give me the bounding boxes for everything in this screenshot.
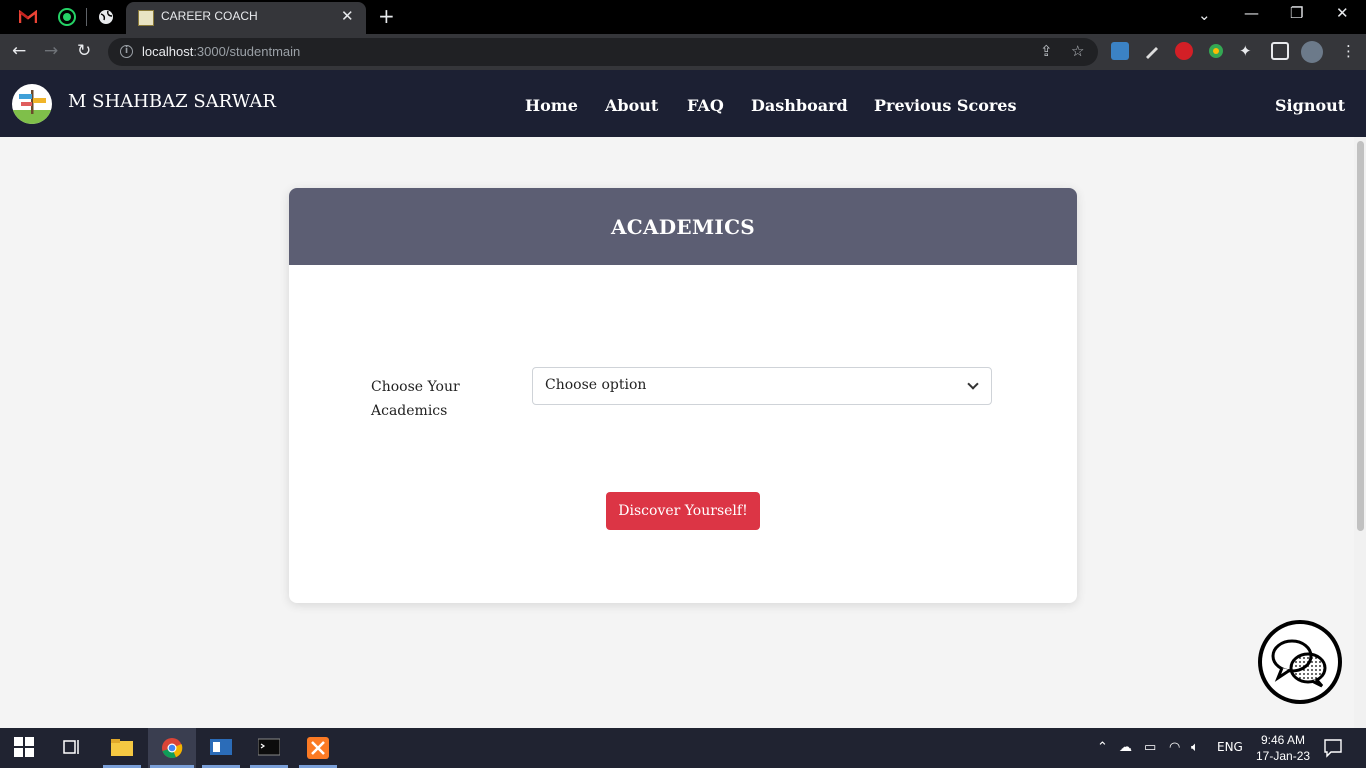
chrome-menu-icon[interactable]: ⋮ (1341, 42, 1356, 60)
page-scrollbar[interactable] (1354, 137, 1366, 728)
window-close-icon[interactable]: ✕ (1336, 4, 1349, 22)
close-tab-icon[interactable]: ✕ (341, 7, 354, 25)
task-view-icon[interactable] (62, 737, 84, 759)
side-panel-icon[interactable] (1271, 42, 1289, 60)
notifications-icon[interactable] (1323, 738, 1345, 760)
active-tab[interactable]: CAREER COACH ✕ (126, 2, 366, 34)
nav-faq[interactable]: FAQ (687, 96, 724, 115)
globe-tab-icon[interactable] (95, 6, 117, 28)
clock-date: 17-Jan-23 (1256, 749, 1311, 763)
pen-extension-icon[interactable] (1143, 42, 1161, 60)
forward-icon[interactable]: → (44, 41, 58, 61)
reload-icon[interactable]: ↻ (77, 41, 91, 61)
google-extension-icon[interactable] (1207, 42, 1225, 60)
discover-yourself-button[interactable]: Discover Yourself! (606, 492, 760, 530)
whatsapp-tab-icon[interactable] (56, 6, 78, 28)
nav-previous-scores[interactable]: Previous Scores (874, 96, 1016, 115)
bookmark-star-icon[interactable]: ☆ (1071, 42, 1084, 60)
adblock-icon[interactable] (1175, 42, 1193, 60)
editor-app-icon[interactable] (210, 737, 232, 759)
app-navbar: M SHAHBAZ SARWAR Home About FAQ Dashboar… (0, 70, 1366, 137)
extensions-puzzle-icon[interactable]: ✦ (1239, 42, 1252, 60)
nav-about[interactable]: About (605, 96, 658, 115)
wifi-icon[interactable]: ◠ (1169, 740, 1180, 755)
browser-toolbar: ← → ↻ i localhost:3000/studentmain ⇪ ☆ ✦… (0, 34, 1366, 70)
scrollbar-thumb[interactable] (1357, 141, 1364, 531)
profile-avatar[interactable] (1301, 41, 1323, 63)
windows-taskbar: ⌃ ☁ ▭ ◠ 🔈︎ ENG 9:46 AM 17-Jan-23 (0, 728, 1366, 768)
new-tab-icon[interactable]: + (378, 4, 395, 28)
browser-tabstrip: CAREER COACH ✕ + ⌄ — ❐ ✕ (0, 0, 1366, 34)
nav-dashboard[interactable]: Dashboard (751, 96, 848, 115)
gmail-tab-icon[interactable] (17, 6, 39, 28)
card-header: ACADEMICS (289, 188, 1077, 265)
tray-chevron-up-icon[interactable]: ⌃ (1097, 740, 1108, 755)
chrome-taskbar-icon[interactable] (161, 737, 183, 759)
brand-name: M SHAHBAZ SARWAR (68, 91, 276, 112)
terminal-icon[interactable] (257, 737, 281, 759)
academics-card: ACADEMICS Choose Your Academics Choose o… (289, 188, 1077, 603)
site-info-icon[interactable]: i (120, 45, 133, 58)
back-icon[interactable]: ← (12, 41, 26, 61)
volume-icon[interactable]: 🔈︎ (1191, 740, 1199, 755)
taskbar-clock[interactable]: 9:46 AM 17-Jan-23 (1256, 732, 1310, 764)
chat-bubble-icon (1262, 624, 1338, 700)
chat-widget-button[interactable] (1258, 620, 1342, 704)
signout-link[interactable]: Signout (1275, 96, 1345, 115)
clock-time: 9:46 AM (1261, 733, 1306, 747)
select-value: Choose option (545, 377, 647, 393)
minimize-icon[interactable]: — (1244, 4, 1259, 22)
extension-fi-icon[interactable] (1111, 42, 1129, 60)
card-title: ACADEMICS (610, 214, 756, 239)
share-icon[interactable]: ⇪ (1040, 42, 1053, 60)
url-text: localhost:3000/studentmain (142, 44, 301, 59)
nav-home[interactable]: Home (525, 96, 578, 115)
career-coach-logo[interactable] (12, 84, 52, 124)
tab-divider (86, 8, 87, 26)
career-coach-favicon (138, 10, 154, 26)
address-bar[interactable]: i localhost:3000/studentmain ⇪ ☆ (108, 38, 1098, 66)
tab-title: CAREER COACH (161, 9, 258, 23)
file-explorer-icon[interactable] (111, 737, 133, 759)
academics-field-label: Choose Your Academics (371, 379, 460, 419)
onedrive-cloud-icon[interactable]: ☁ (1119, 740, 1132, 755)
chevron-down-icon (967, 378, 979, 390)
xampp-icon[interactable] (307, 737, 329, 759)
academics-select[interactable]: Choose option (532, 367, 992, 405)
language-indicator[interactable]: ENG (1217, 740, 1243, 754)
windows-start-icon[interactable] (14, 737, 36, 759)
tab-search-icon[interactable]: ⌄ (1198, 6, 1211, 24)
restore-icon[interactable]: ❐ (1290, 4, 1303, 22)
battery-icon[interactable]: ▭ (1144, 740, 1156, 755)
